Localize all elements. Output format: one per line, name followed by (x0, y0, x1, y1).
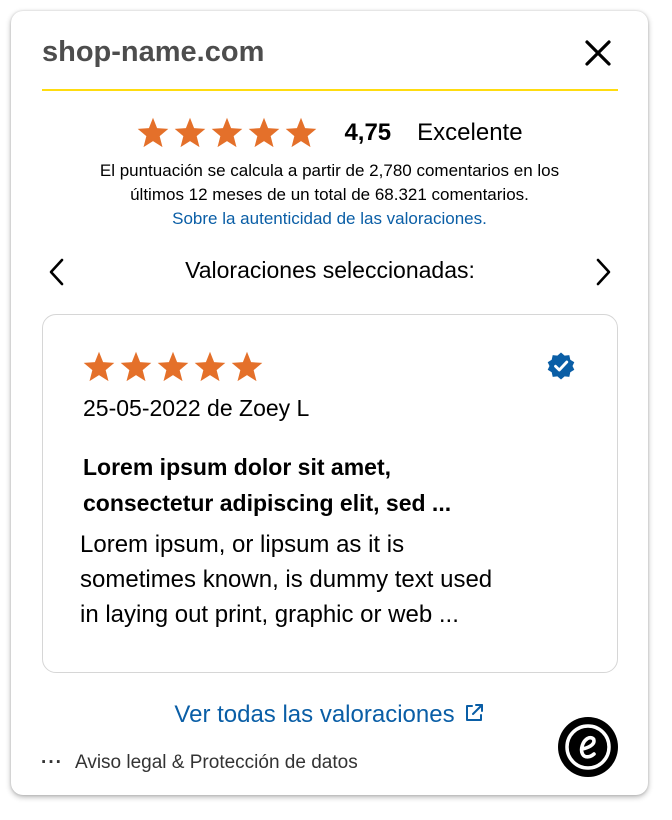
legal-label: Aviso legal & Protección de datos (74, 752, 358, 773)
star-icon (249, 117, 280, 148)
next-review-button[interactable] (588, 255, 618, 289)
rating-description-line: últimos 12 meses de un total de 68.321 c… (130, 185, 529, 204)
carousel-nav: Valoraciones seleccionadas: (42, 255, 618, 289)
star-icon (157, 351, 189, 382)
star-icon (212, 117, 243, 148)
star-icon (231, 351, 263, 382)
verified-badge-icon (547, 352, 575, 380)
star-icon (138, 117, 169, 148)
review-card[interactable]: 25-05-2022 de Zoey L Lorem ipsum dolor s… (42, 314, 618, 673)
rating-description-line: El puntuación se calcula a partir de 2,7… (99, 161, 560, 180)
review-body-line: in laying out print, graphic or web ... (80, 601, 459, 628)
legal-menu[interactable]: ··· Aviso legal & Protección de datos (41, 752, 358, 774)
review-body-line: sometimes known, is dummy text used (80, 566, 493, 593)
review-date-author: 25-05-2022 de Zoey L (83, 395, 310, 421)
star-icon (175, 117, 206, 148)
carousel-title: Valoraciones seleccionadas: (185, 257, 475, 283)
rating-grade: Excelente (417, 119, 523, 146)
authenticity-link[interactable]: Sobre la autenticidad de las valoracione… (11, 207, 648, 231)
star-icon (194, 351, 226, 382)
overall-rating: 4,75 Excelente (11, 115, 648, 151)
summary-stars (136, 116, 318, 150)
star-icon (120, 351, 152, 382)
rating-description: El puntuación se calcula a partir de 2,7… (11, 159, 648, 231)
star-icon (286, 117, 317, 148)
close-button[interactable] (578, 33, 618, 73)
trusted-shops-logo-icon (558, 717, 618, 777)
widget-header: shop-name.com (42, 33, 618, 91)
review-title: Lorem ipsum dolor sit amet, consectetur … (83, 449, 583, 521)
review-title-line: consectetur adipiscing elit, sed ... (83, 490, 452, 516)
all-reviews-link[interactable]: Ver todas las valoraciones (11, 701, 648, 729)
verified-badge (546, 351, 576, 386)
review-body: Lorem ipsum, or lipsum as it is sometime… (80, 527, 590, 632)
review-stars (82, 350, 264, 384)
review-body-line: Lorem ipsum, or lipsum as it is (80, 531, 405, 558)
trusted-shops-logo[interactable] (558, 717, 618, 777)
all-reviews-label: Ver todas las valoraciones (174, 701, 455, 728)
rating-score: 4,75 (344, 119, 392, 146)
chevron-right-icon (596, 258, 611, 286)
external-link-icon (465, 704, 483, 721)
reviews-widget: shop-name.com 4,75 Excelente El puntuaci… (11, 11, 648, 795)
more-dots-icon: ··· (41, 752, 63, 773)
shop-name: shop-name.com (42, 36, 265, 68)
close-icon (585, 40, 611, 66)
review-title-line: Lorem ipsum dolor sit amet, (83, 454, 391, 480)
star-icon (83, 351, 115, 382)
